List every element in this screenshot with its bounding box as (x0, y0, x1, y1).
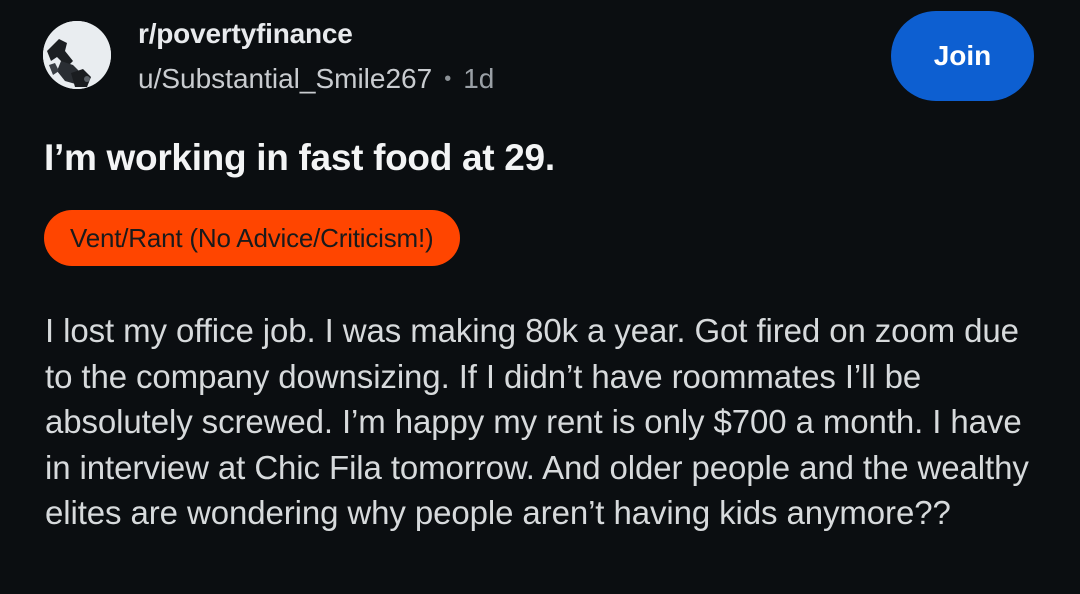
separator-dot: • (444, 68, 452, 90)
post-meta: r/povertyfinance u/Substantial_Smile267 … (138, 16, 494, 96)
subreddit-avatar-icon[interactable] (43, 21, 111, 89)
author-line: u/Substantial_Smile267 • 1d (138, 62, 494, 96)
post-flair[interactable]: Vent/Rant (No Advice/Criticism!) (44, 210, 460, 266)
post-card: r/povertyfinance u/Substantial_Smile267 … (0, 0, 1080, 594)
subreddit-link[interactable]: r/povertyfinance (138, 16, 494, 52)
join-button[interactable]: Join (891, 11, 1034, 101)
post-title[interactable]: I’m working in fast food at 29. (44, 133, 555, 183)
author-link[interactable]: u/Substantial_Smile267 (138, 62, 432, 96)
post-age: 1d (463, 63, 495, 94)
post-body: I lost my office job. I was making 80k a… (45, 312, 1029, 531)
